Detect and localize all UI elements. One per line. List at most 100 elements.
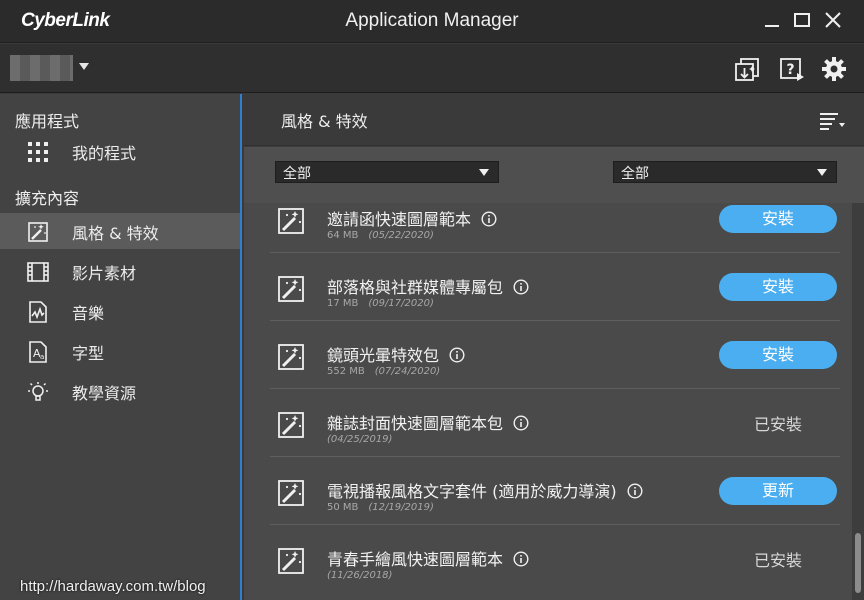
item-date: (11/26/2018) — [327, 570, 393, 581]
font-icon: A a — [26, 340, 50, 364]
main-header: 風格 & 特效 — [244, 94, 864, 146]
scrollbar[interactable] — [852, 203, 864, 600]
grid-icon — [26, 140, 50, 164]
list-item: 青春手繪風快速圖層範本 (11/26/2018) 已安裝 — [244, 525, 852, 593]
chevron-down-icon — [817, 169, 827, 176]
maximize-button[interactable] — [787, 8, 817, 34]
item-title-text: 鏡頭光暈特效包 — [327, 346, 440, 365]
item-title: 雜誌封面快速圖層範本包 — [327, 410, 529, 434]
item-title-text: 雜誌封面快速圖層範本包 — [327, 414, 504, 433]
status-filter-value: 全部 — [621, 166, 649, 182]
toolbar: ? — [0, 44, 864, 93]
sidebar-item-label: 字型 — [72, 344, 105, 363]
info-icon[interactable] — [449, 347, 465, 363]
magic-wand-icon — [276, 410, 306, 440]
close-icon — [825, 12, 841, 28]
filter-bar: 全部 全部 — [244, 147, 864, 203]
list-item: 雜誌封面快速圖層範本包 (04/25/2019) 已安裝 — [244, 389, 852, 457]
sidebar-item-label: 風格 & 特效 — [72, 224, 159, 243]
item-size: 17 MB — [327, 298, 359, 309]
update-button[interactable]: 更新 — [719, 477, 837, 505]
sidebar-item-tutorials[interactable]: 教學資源 — [0, 373, 240, 409]
sidebar: 應用程式 我的程式 擴充內容 風格 & 特效 影片素材 音樂 A a 字型 教學… — [0, 94, 242, 600]
item-size: 552 MB — [327, 366, 365, 377]
update-icon — [735, 58, 759, 81]
item-title-text: 部落格與社群媒體專屬包 — [327, 278, 504, 297]
window-title: Application Manager — [345, 10, 519, 31]
settings-button[interactable] — [820, 55, 848, 83]
minimize-button[interactable] — [757, 8, 787, 34]
page-title: 風格 & 特效 — [281, 112, 368, 131]
help-icon: ? — [780, 58, 804, 81]
sort-button[interactable] — [818, 110, 846, 132]
magic-wand-icon — [276, 546, 306, 576]
item-meta: 17 MB (09/17/2020) — [327, 298, 434, 309]
item-date: (05/22/2020) — [368, 230, 434, 241]
film-icon — [26, 260, 50, 284]
extensions-section-title: 擴充內容 — [15, 189, 80, 208]
installed-status: 已安裝 — [753, 415, 802, 434]
applications-section-title: 應用程式 — [15, 112, 80, 131]
sidebar-item-label: 影片素材 — [72, 264, 137, 283]
list-item: 部落格與社群媒體專屬包 17 MB (09/17/2020) 安裝 — [244, 253, 852, 321]
item-date: (09/17/2020) — [368, 298, 434, 309]
sort-icon — [820, 113, 845, 130]
item-title: 電視播報風格文字套件 (適用於威力導演) — [327, 478, 643, 502]
music-icon — [26, 300, 50, 324]
magic-wand-icon — [276, 206, 306, 236]
svg-text:?: ? — [786, 62, 794, 78]
list-item: 電視播報風格文字套件 (適用於威力導演) 50 MB (12/19/2019) 更新 — [244, 457, 852, 525]
install-button[interactable]: 安裝 — [719, 341, 837, 369]
item-title: 部落格與社群媒體專屬包 — [327, 274, 529, 298]
install-button[interactable]: 安裝 — [719, 273, 837, 301]
item-meta: (04/25/2019) — [327, 434, 392, 445]
sidebar-item-music[interactable]: 音樂 — [0, 293, 240, 329]
item-title: 鏡頭光暈特效包 — [327, 342, 465, 366]
info-icon[interactable] — [513, 551, 529, 567]
close-button[interactable] — [818, 8, 848, 34]
sidebar-item-styles-effects[interactable]: 風格 & 特效 — [0, 213, 240, 249]
item-size: 50 MB — [327, 502, 359, 513]
install-button[interactable]: 安裝 — [719, 205, 837, 233]
status-filter-dropdown[interactable]: 全部 — [613, 161, 837, 183]
category-filter-value: 全部 — [283, 166, 311, 182]
category-filter-dropdown[interactable]: 全部 — [275, 161, 499, 183]
scroll-thumb[interactable] — [855, 533, 861, 593]
svg-text:a: a — [40, 353, 44, 361]
update-button[interactable] — [733, 55, 761, 83]
item-title-text: 青春手繪風快速圖層範本 — [327, 550, 504, 569]
watermark-url: http://hardaway.com.tw/blog — [20, 578, 206, 595]
content-list: 邀請函快速圖層範本 64 MB (05/22/2020) 安裝 部落格與社群媒體專屬包 1… — [244, 203, 852, 600]
magic-wand-icon — [276, 478, 306, 508]
item-meta: 50 MB (12/19/2019) — [327, 502, 434, 513]
item-title-text: 邀請函快速圖層範本 — [327, 210, 472, 229]
sidebar-item-label: 音樂 — [72, 304, 105, 323]
item-meta: 64 MB (05/22/2020) — [327, 230, 434, 241]
list-item: 邀請函快速圖層範本 64 MB (05/22/2020) 安裝 — [244, 203, 852, 253]
sidebar-item-my-programs[interactable]: 我的程式 — [0, 133, 240, 169]
main-panel: 風格 & 特效 全部 全部 邀請函快速圖層範本 64 MB (05/22/2020)… — [244, 94, 864, 600]
list-item: 鏡頭光暈特效包 552 MB (07/24/2020) 安裝 — [244, 321, 852, 389]
account-dropdown-caret[interactable] — [79, 63, 89, 70]
item-date: (07/24/2020) — [374, 366, 441, 377]
info-icon[interactable] — [627, 483, 643, 499]
maximize-icon — [794, 13, 810, 27]
help-button[interactable]: ? — [778, 55, 806, 83]
item-date: (12/19/2019) — [368, 502, 434, 513]
item-size: 64 MB — [327, 230, 359, 241]
info-icon[interactable] — [513, 279, 529, 295]
account-avatar[interactable] — [10, 55, 73, 81]
sidebar-item-video-assets[interactable]: 影片素材 — [0, 253, 240, 289]
chevron-down-icon — [479, 169, 489, 176]
sidebar-item-fonts[interactable]: A a 字型 — [0, 333, 240, 369]
sidebar-item-label: 我的程式 — [72, 144, 137, 163]
item-title-text: 電視播報風格文字套件 (適用於威力導演) — [327, 482, 617, 501]
info-icon[interactable] — [513, 415, 529, 431]
item-meta: 552 MB (07/24/2020) — [327, 366, 440, 377]
minimize-icon — [765, 25, 779, 27]
magic-wand-icon — [276, 342, 306, 372]
lightbulb-icon — [26, 380, 50, 404]
gear-icon — [822, 57, 846, 81]
info-icon[interactable] — [481, 211, 497, 227]
item-title: 青春手繪風快速圖層範本 — [327, 546, 529, 570]
